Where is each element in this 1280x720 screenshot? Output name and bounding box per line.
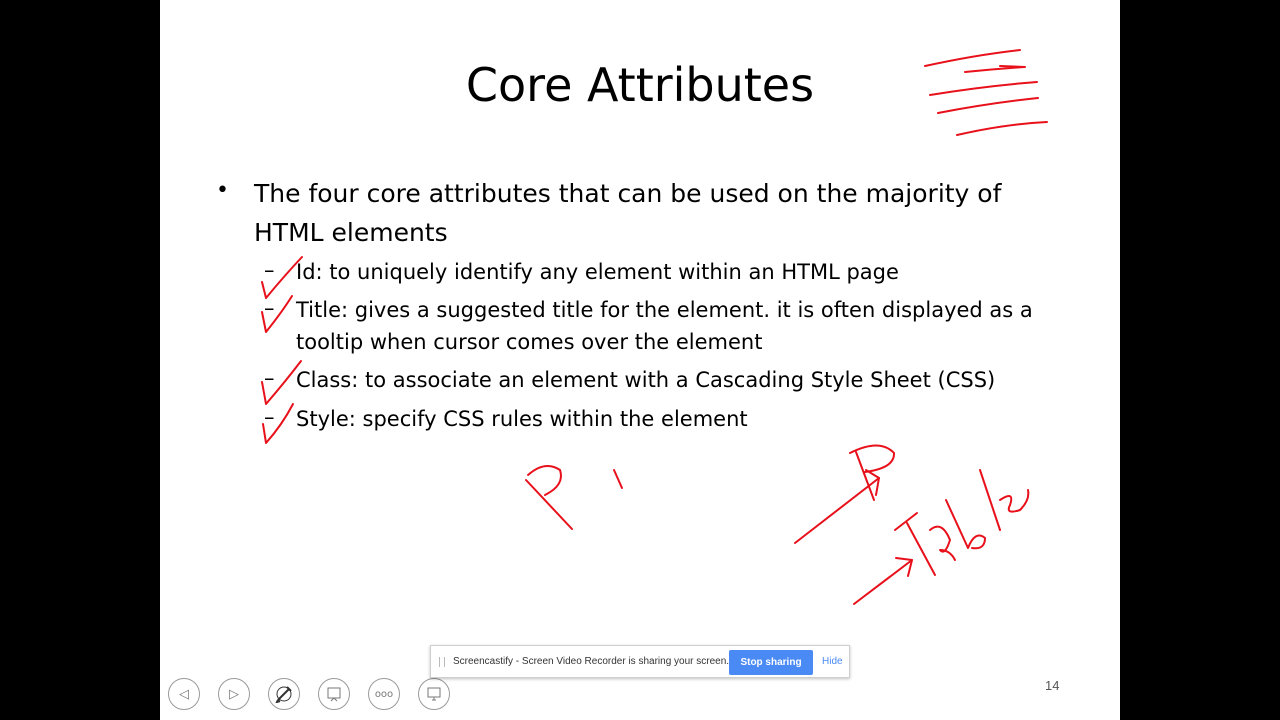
main-bullet-line-1: The four core attributes that can be use… (254, 179, 1002, 208)
more-options-button[interactable]: ooo (368, 678, 400, 710)
sub-item-line: tooltip when cursor comes over the eleme… (296, 330, 763, 354)
sub-bullet-dash: – (264, 296, 275, 320)
sub-item-id: Id: to uniquely identify any element wit… (296, 256, 899, 288)
page-number: 14 (1045, 678, 1060, 693)
main-bullet-line-2: HTML elements (254, 218, 448, 247)
sub-item-line: Title: gives a suggested title for the e… (296, 298, 1033, 322)
zoom-icon (427, 687, 441, 701)
previous-slide-button[interactable]: ◁ (168, 678, 200, 710)
slide: Core Attributes • The four core attribut… (160, 0, 1120, 720)
sub-item-title: Title: gives a suggested title for the e… (296, 294, 1033, 358)
more-options-icon: ooo (374, 688, 394, 700)
stop-sharing-button[interactable]: Stop sharing (729, 650, 813, 675)
sub-bullet-dash: – (264, 258, 275, 282)
main-bullet: The four core attributes that can be use… (254, 174, 1054, 252)
next-slide-icon: ▷ (229, 686, 239, 702)
sub-bullet-dash: – (264, 405, 275, 429)
previous-slide-icon: ◁ (179, 686, 189, 702)
slide-overview-button[interactable] (318, 678, 350, 710)
sub-item-style: Style: specify CSS rules within the elem… (296, 403, 748, 435)
slide-overview-icon (327, 687, 341, 702)
zoom-button[interactable] (418, 678, 450, 710)
drag-handle-icon[interactable] (439, 657, 445, 667)
sub-item-line: Style: specify CSS rules within the elem… (296, 407, 748, 431)
share-message: Screencastify - Screen Video Recorder is… (453, 656, 730, 667)
slide-title: Core Attributes (465, 58, 815, 112)
pen-tool-button[interactable] (268, 678, 300, 710)
bullet-dot: • (216, 178, 229, 203)
screen-share-bar: Screencastify - Screen Video Recorder is… (430, 645, 850, 678)
sub-item-line: Class: to associate an element with a Ca… (296, 368, 996, 392)
next-slide-button[interactable]: ▷ (218, 678, 250, 710)
hide-link[interactable]: Hide (822, 656, 843, 667)
sub-bullet-dash: – (264, 366, 275, 390)
pen-tool-icon (275, 686, 292, 703)
sub-item-line: Id: to uniquely identify any element wit… (296, 260, 899, 284)
sub-item-class: Class: to associate an element with a Ca… (296, 364, 995, 396)
